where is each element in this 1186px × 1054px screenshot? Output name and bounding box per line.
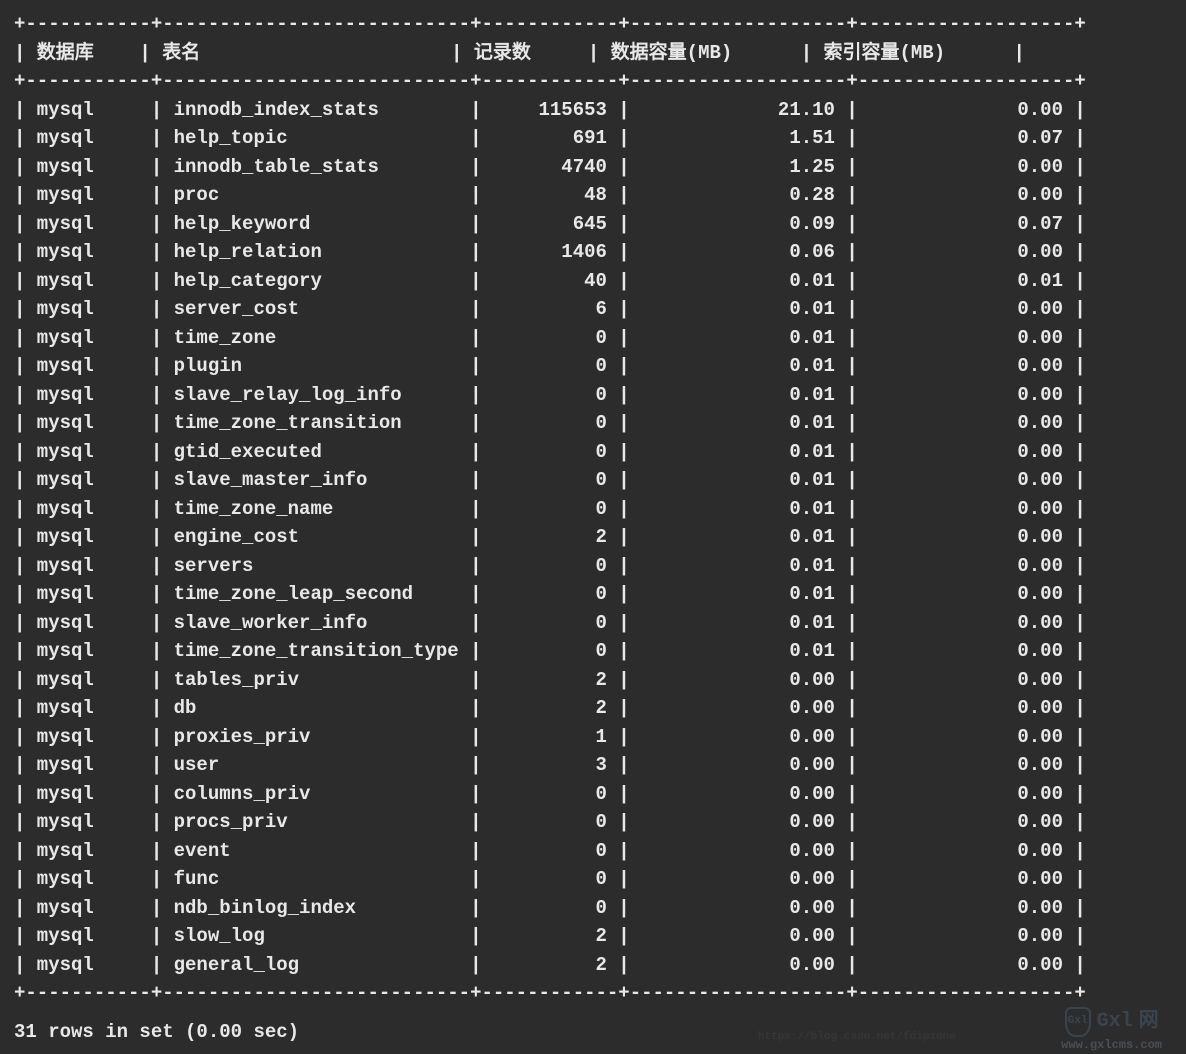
table-row: | mysql | help_topic | 691 | 1.51 | 0.07… (0, 124, 1186, 153)
table-row: | mysql | func | 0 | 0.00 | 0.00 | (0, 865, 1186, 894)
watermark-text: Gxl (1097, 1007, 1133, 1036)
table-row: | mysql | gtid_executed | 0 | 0.01 | 0.0… (0, 438, 1186, 467)
watermark-url: www.gxlcms.com (1061, 1037, 1162, 1054)
table-body: | mysql | innodb_index_stats | 115653 | … (0, 96, 1186, 980)
table-row: | mysql | engine_cost | 2 | 0.01 | 0.00 … (0, 523, 1186, 552)
watermark-logo: Gxl Gxl 网 www.gxlcms.com (1061, 1007, 1162, 1054)
table-row: | mysql | plugin | 0 | 0.01 | 0.00 | (0, 352, 1186, 381)
table-row: | mysql | columns_priv | 0 | 0.00 | 0.00… (0, 780, 1186, 809)
table-row: | mysql | servers | 0 | 0.01 | 0.00 | (0, 552, 1186, 581)
table-top-border: +-----------+---------------------------… (0, 10, 1186, 39)
table-row: | mysql | proc | 48 | 0.28 | 0.00 | (0, 181, 1186, 210)
table-row: | mysql | time_zone_name | 0 | 0.01 | 0.… (0, 495, 1186, 524)
table-row: | mysql | time_zone | 0 | 0.01 | 0.00 | (0, 324, 1186, 353)
table-row: | mysql | help_keyword | 645 | 0.09 | 0.… (0, 210, 1186, 239)
table-row: | mysql | db | 2 | 0.00 | 0.00 | (0, 694, 1186, 723)
table-row: | mysql | innodb_index_stats | 115653 | … (0, 96, 1186, 125)
table-row: | mysql | general_log | 2 | 0.00 | 0.00 … (0, 951, 1186, 980)
table-row: | mysql | slow_log | 2 | 0.00 | 0.00 | (0, 922, 1186, 951)
table-row: | mysql | time_zone_transition_type | 0 … (0, 637, 1186, 666)
terminal-output: +-----------+---------------------------… (0, 0, 1186, 1054)
table-bottom-border: +-----------+---------------------------… (0, 979, 1186, 1008)
table-row: | mysql | ndb_binlog_index | 0 | 0.00 | … (0, 894, 1186, 923)
table-row: | mysql | tables_priv | 2 | 0.00 | 0.00 … (0, 666, 1186, 695)
table-row: | mysql | user | 3 | 0.00 | 0.00 | (0, 751, 1186, 780)
watermark-csdn-url: https://blog.csdn.net/fdipzone (758, 1030, 956, 1046)
table-row: | mysql | proxies_priv | 1 | 0.00 | 0.00… (0, 723, 1186, 752)
table-row: | mysql | server_cost | 6 | 0.01 | 0.00 … (0, 295, 1186, 324)
watermark-tagline: 网 (1139, 1007, 1159, 1036)
table-row: | mysql | help_category | 40 | 0.01 | 0.… (0, 267, 1186, 296)
table-row: | mysql | time_zone_transition | 0 | 0.0… (0, 409, 1186, 438)
table-row: | mysql | help_relation | 1406 | 0.06 | … (0, 238, 1186, 267)
table-row: | mysql | procs_priv | 0 | 0.00 | 0.00 | (0, 808, 1186, 837)
shield-icon: Gxl (1065, 1007, 1091, 1037)
table-row: | mysql | time_zone_leap_second | 0 | 0.… (0, 580, 1186, 609)
table-row: | mysql | innodb_table_stats | 4740 | 1.… (0, 153, 1186, 182)
table-row: | mysql | slave_relay_log_info | 0 | 0.0… (0, 381, 1186, 410)
table-header-border: +-----------+---------------------------… (0, 67, 1186, 96)
table-row: | mysql | slave_worker_info | 0 | 0.01 |… (0, 609, 1186, 638)
table-row: | mysql | event | 0 | 0.00 | 0.00 | (0, 837, 1186, 866)
table-row: | mysql | slave_master_info | 0 | 0.01 |… (0, 466, 1186, 495)
table-header-row: | 数据库 | 表名 | 记录数 | 数据容量(MB) | 索引容量(MB) | (0, 39, 1186, 68)
result-summary: 31 rows in set (0.00 sec) (0, 1008, 1186, 1047)
